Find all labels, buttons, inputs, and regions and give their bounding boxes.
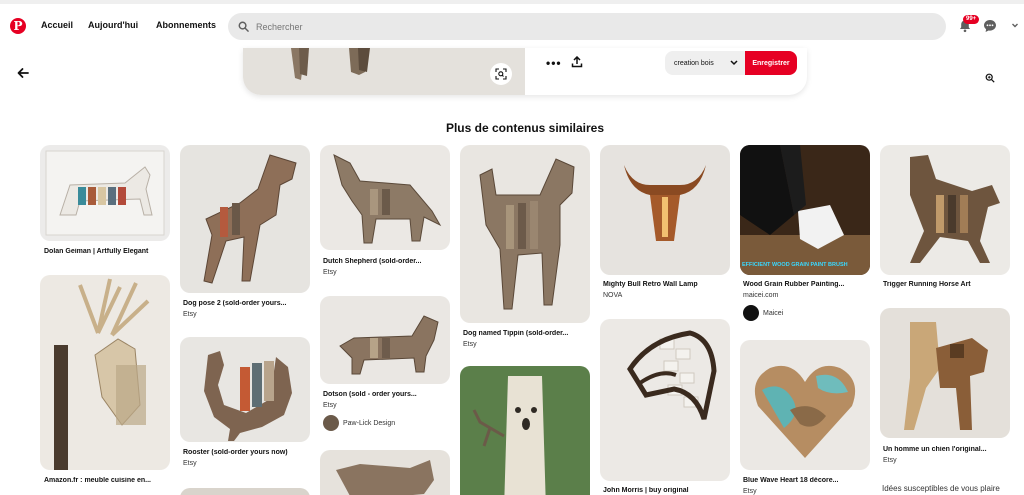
- more-options-button[interactable]: •••: [546, 56, 562, 70]
- pin-source: Etsy: [183, 460, 197, 467]
- pin-closeup-card: ••• creation bois Enregistrer: [243, 48, 807, 95]
- pin-title[interactable]: Dolan Geiman | Artfully Elegant: [44, 248, 174, 255]
- avatar: [743, 305, 759, 321]
- pin-image: [180, 337, 310, 442]
- pin-image: [740, 145, 870, 275]
- pin-creator[interactable]: Maicei: [743, 305, 783, 321]
- header: P Accueil Aujourd'hui Abonnements 99+: [0, 6, 1024, 48]
- search-icon: [238, 21, 249, 32]
- pin-image: [180, 145, 310, 293]
- pin-creator[interactable]: Paw-Lick Design: [323, 415, 395, 431]
- avatar: [323, 415, 339, 431]
- board-name: creation bois: [674, 59, 714, 67]
- pin-card-tree[interactable]: [460, 366, 590, 495]
- pin-image: [180, 488, 310, 495]
- pin-card-running-horse[interactable]: [880, 145, 1010, 275]
- pin-card-partial[interactable]: [320, 450, 450, 495]
- ideas-label: Idées susceptibles de vous plaire: [882, 484, 1000, 493]
- pin-title[interactable]: Dotson (sold - order yours...: [323, 391, 453, 398]
- pin-source: Etsy: [323, 402, 337, 409]
- pin-card-dog-pose[interactable]: [180, 145, 310, 293]
- nav-subscriptions[interactable]: Abonnements: [156, 20, 216, 30]
- pinterest-logo-icon[interactable]: P: [10, 18, 26, 34]
- pin-image: [40, 145, 170, 241]
- pin-title[interactable]: Trigger Running Horse Art: [883, 281, 1013, 288]
- pin-title[interactable]: Amazon.fr : meuble cuisine en...: [44, 477, 174, 484]
- pin-source: Etsy: [323, 269, 337, 276]
- pin-overlay-text: EFFICIENT WOOD GRAIN PAINT BRUSH: [742, 262, 848, 268]
- notifications-badge: 99+: [963, 15, 980, 24]
- pin-card-wood-grain[interactable]: [740, 145, 870, 275]
- pin-source: NOVA: [603, 292, 623, 299]
- pin-title[interactable]: Blue Wave Heart 18 décore...: [743, 477, 873, 484]
- pin-image: [460, 145, 590, 323]
- pin-image: [600, 319, 730, 481]
- pin-card-rooster[interactable]: [180, 337, 310, 442]
- pin-card-cat[interactable]: [40, 145, 170, 241]
- board-selector[interactable]: creation bois: [665, 51, 745, 75]
- back-arrow-icon[interactable]: [16, 66, 30, 80]
- section-title: Plus de contenus similaires: [445, 121, 605, 135]
- account-chevron-down-icon[interactable]: [1011, 21, 1019, 29]
- pin-image: [600, 145, 730, 275]
- pin-source: Etsy: [743, 488, 757, 495]
- pin-title[interactable]: Dutch Shepherd (sold-order...: [323, 258, 453, 265]
- pin-source: Etsy: [883, 457, 897, 464]
- top-strip: [0, 0, 1024, 4]
- save-button[interactable]: Enregistrer: [745, 51, 797, 75]
- creator-name: Paw-Lick Design: [343, 419, 396, 427]
- share-icon[interactable]: [571, 56, 583, 68]
- visual-search-button[interactable]: [490, 63, 512, 85]
- chevron-down-icon: [730, 60, 738, 66]
- pin-card-deer[interactable]: [40, 275, 170, 470]
- pin-title[interactable]: Dog named Tippin (sold-order...: [463, 330, 593, 337]
- pin-card-man-dog[interactable]: [880, 308, 1010, 438]
- pin-card-dog-tippin[interactable]: [460, 145, 590, 323]
- visual-search-icon: [495, 68, 507, 80]
- pin-card-horse-head[interactable]: [600, 319, 730, 481]
- pin-image: [460, 366, 590, 495]
- pin-source: Etsy: [183, 311, 197, 318]
- search-input[interactable]: [256, 21, 856, 32]
- pin-image: [880, 145, 1010, 275]
- creator-name: Maicei: [763, 309, 784, 317]
- pin-title[interactable]: Dog pose 2 (sold-order yours...: [183, 300, 313, 307]
- pin-source: Etsy: [463, 341, 477, 348]
- pin-title[interactable]: Wood Grain Rubber Painting...: [743, 281, 873, 288]
- messages-icon[interactable]: [983, 19, 997, 33]
- pin-title[interactable]: John Morris | buy original: [603, 487, 733, 494]
- nav-today[interactable]: Aujourd'hui: [88, 20, 138, 30]
- pin-main-image[interactable]: [243, 48, 525, 95]
- pin-card-wave-heart[interactable]: [740, 340, 870, 470]
- pin-image: [320, 145, 450, 250]
- pin-title[interactable]: Un homme un chien l'original...: [883, 446, 1013, 453]
- pin-title[interactable]: Mighty Bull Retro Wall Lamp: [603, 281, 733, 288]
- pin-card-bull-lamp[interactable]: [600, 145, 730, 275]
- pin-image: [40, 275, 170, 470]
- pin-image: [320, 296, 450, 384]
- search-bar[interactable]: [228, 13, 946, 40]
- pin-image: [740, 340, 870, 470]
- pin-title[interactable]: Rooster (sold-order yours now): [183, 449, 313, 456]
- pin-image: [880, 308, 1010, 438]
- pin-image: [320, 450, 450, 495]
- pin-card-partial[interactable]: [180, 488, 310, 495]
- zoom-icon[interactable]: [985, 73, 995, 83]
- pin-source: maicei.com: [743, 292, 779, 299]
- pin-card-dotson[interactable]: [320, 296, 450, 384]
- pin-card-dutch-shepherd[interactable]: [320, 145, 450, 250]
- nav-home[interactable]: Accueil: [41, 20, 73, 30]
